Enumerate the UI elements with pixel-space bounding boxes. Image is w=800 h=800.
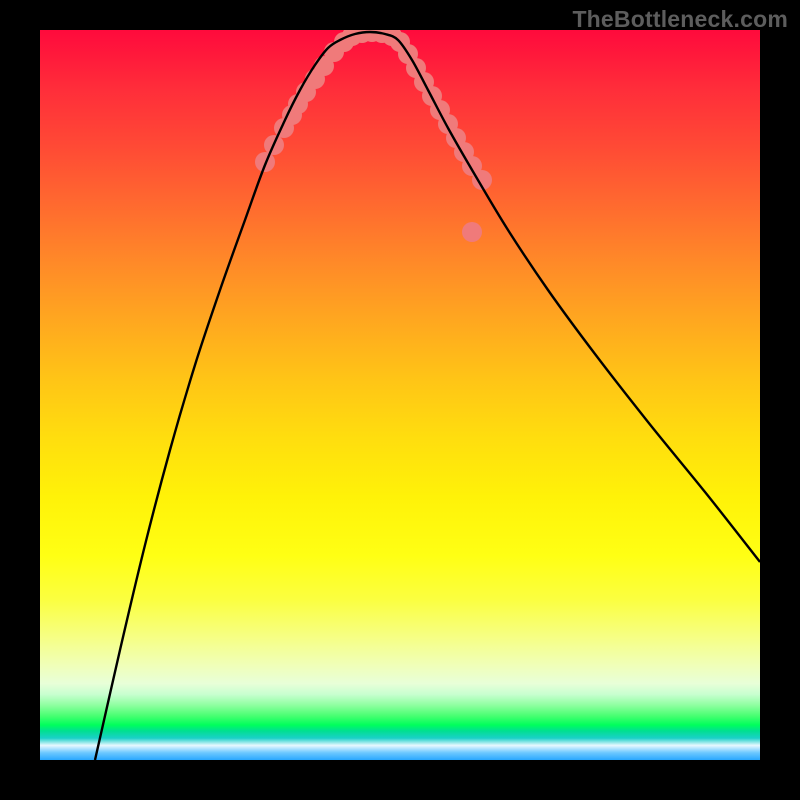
watermark-text: TheBottleneck.com — [572, 6, 788, 33]
marker-dot — [362, 30, 382, 42]
marker-dot — [342, 30, 362, 46]
marker-dot — [352, 30, 372, 43]
marker-dot — [334, 32, 354, 52]
marker-dot — [430, 100, 450, 120]
marker-dot — [255, 152, 275, 172]
marker-dot — [264, 135, 284, 155]
marker-dot — [472, 170, 492, 190]
marker-dot — [446, 128, 466, 148]
marker-dot — [406, 58, 426, 78]
curve-layer — [40, 30, 760, 760]
marker-dot — [398, 44, 418, 64]
marker-dot — [372, 30, 392, 43]
marker-dot — [305, 69, 325, 89]
marker-dot — [274, 118, 294, 138]
marker-dot — [462, 156, 482, 176]
markers-group — [255, 30, 492, 242]
marker-dot — [324, 42, 344, 62]
marker-dot — [296, 82, 316, 102]
plot-area — [40, 30, 760, 760]
marker-dot — [422, 86, 442, 106]
marker-dot — [414, 72, 434, 92]
bottleneck-curve — [95, 32, 760, 760]
marker-dot — [282, 105, 302, 125]
marker-dot — [382, 30, 402, 46]
chart-stage: TheBottleneck.com — [0, 0, 800, 800]
marker-dot — [454, 142, 474, 162]
marker-dot — [438, 114, 458, 134]
marker-dot — [314, 56, 334, 76]
marker-dot — [462, 222, 482, 242]
marker-dot — [288, 94, 308, 114]
marker-dot — [390, 32, 410, 52]
